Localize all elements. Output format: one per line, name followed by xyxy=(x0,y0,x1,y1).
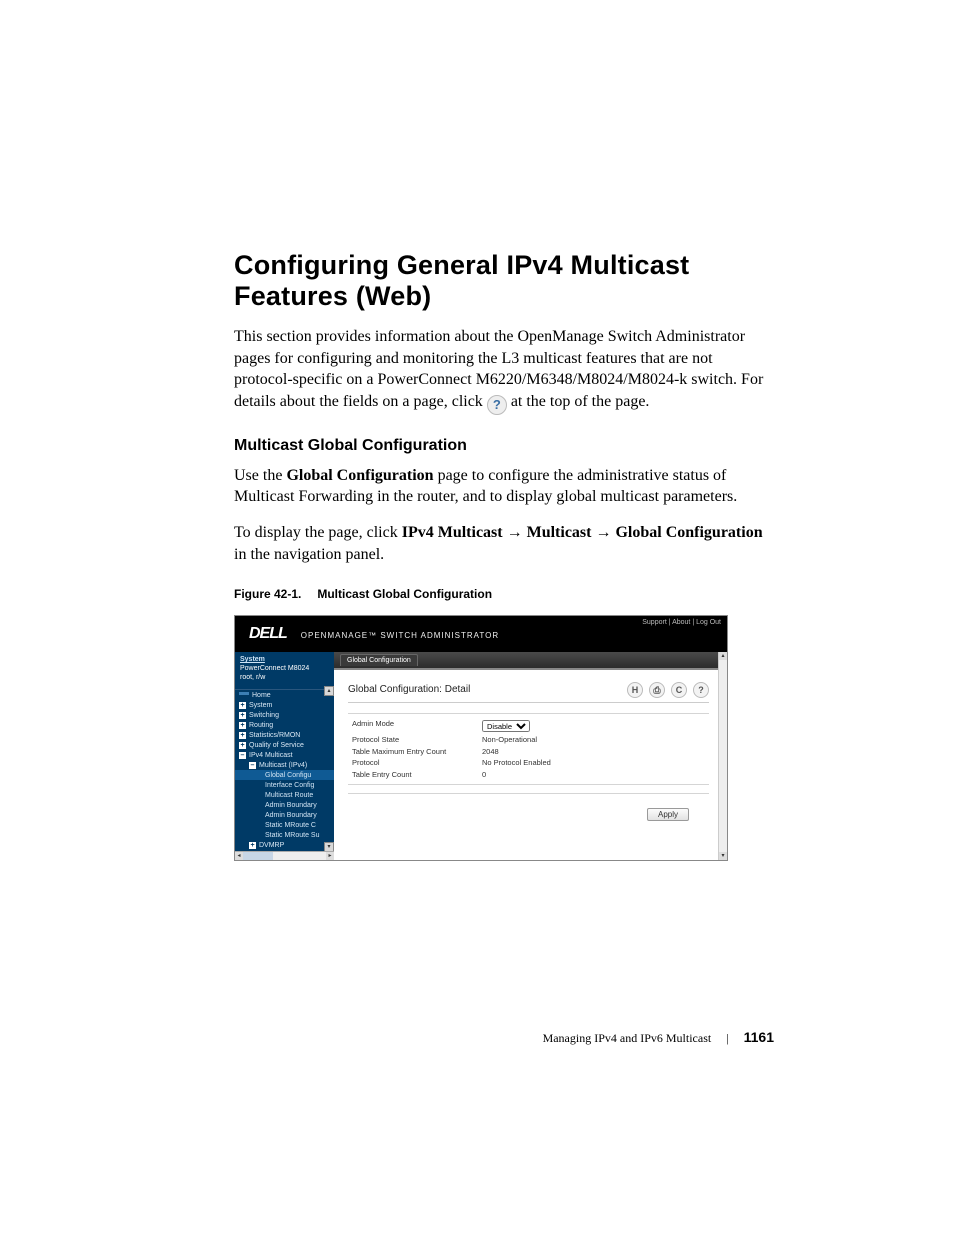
dell-logo: DELL xyxy=(235,616,301,652)
tree-dvmrp[interactable]: +DVMRP xyxy=(235,840,334,850)
paragraph-2: Use the Global Configuration page to con… xyxy=(234,465,774,508)
figure-number: Figure 42-1. xyxy=(234,587,301,601)
row-protocol: Protocol No Protocol Enabled xyxy=(348,757,709,769)
sidebar-system-link[interactable]: System xyxy=(240,656,329,663)
tree-global-config[interactable]: Global Configu xyxy=(235,770,334,780)
p2-a: Use the xyxy=(234,467,286,484)
sidebar-scroll-up[interactable]: ▴ xyxy=(324,686,334,696)
tree-switching[interactable]: +Switching xyxy=(235,710,334,720)
label-protocol-state: Protocol State xyxy=(352,736,482,744)
p3-d: Global Configuration xyxy=(615,524,762,541)
tree-admin-boundary2[interactable]: Admin Boundary xyxy=(235,810,334,820)
save-icon[interactable]: H xyxy=(627,682,643,698)
label-admin-mode: Admin Mode xyxy=(352,720,482,732)
tree-routing[interactable]: +Routing xyxy=(235,720,334,730)
value-table-max: 2048 xyxy=(482,748,499,756)
p3-e: in the navigation panel. xyxy=(234,546,384,563)
p2-b: Global Configuration xyxy=(286,467,433,484)
print-icon[interactable]: ⎙ xyxy=(649,682,665,698)
form-block: Admin Mode Disable Protocol State Non-Op… xyxy=(348,713,709,785)
row-admin-mode: Admin Mode Disable xyxy=(348,718,709,734)
content-scrollbar[interactable]: ▴ ▾ xyxy=(718,652,727,860)
sidebar-hscroll[interactable]: ◂ ▸ xyxy=(235,851,334,860)
top-links[interactable]: Support | About | Log Out xyxy=(642,619,721,626)
label-table-entry: Table Entry Count xyxy=(352,771,482,779)
row-table-max: Table Maximum Entry Count 2048 xyxy=(348,746,709,758)
app-name: OPENMANAGE™ SWITCH ADMINISTRATOR xyxy=(301,616,499,652)
panel-title: Global Configuration: Detail xyxy=(348,685,470,695)
tree-static-mroute-c[interactable]: Static MRoute C xyxy=(235,820,334,830)
tree-system[interactable]: +System xyxy=(235,700,334,710)
tree-ipv4-multicast[interactable]: –IPv4 Multicast xyxy=(235,750,334,760)
p3-a: To display the page, click xyxy=(234,524,402,541)
tree-admin-boundary1[interactable]: Admin Boundary xyxy=(235,800,334,810)
paragraph-3: To display the page, click IPv4 Multicas… xyxy=(234,522,774,565)
figure-title: Multicast Global Configuration xyxy=(317,587,492,601)
hscroll-right[interactable]: ▸ xyxy=(326,852,334,860)
nav-tree: Home +System +Switching +Routing +Statis… xyxy=(235,689,334,850)
tree-interface-config[interactable]: Interface Config xyxy=(235,780,334,790)
tree-qos[interactable]: +Quality of Service xyxy=(235,740,334,750)
content-panel: Global Configuration Global Configuratio… xyxy=(334,652,727,860)
tree-home[interactable]: Home xyxy=(235,690,334,700)
figure-caption: Figure 42-1. Multicast Global Configurati… xyxy=(234,587,774,601)
panel-help-icon[interactable]: ? xyxy=(693,682,709,698)
app-header: DELL OPENMANAGE™ SWITCH ADMINISTRATOR Su… xyxy=(235,616,727,652)
p3-arrow1: → xyxy=(503,524,527,541)
footer-page-number: 1161 xyxy=(744,1029,774,1045)
tab-bar: Global Configuration xyxy=(334,652,727,670)
intro-text-2: at the top of the page. xyxy=(511,393,650,410)
footer-separator: | xyxy=(726,1031,728,1045)
screenshot: DELL OPENMANAGE™ SWITCH ADMINISTRATOR Su… xyxy=(234,615,728,861)
tab-global-config[interactable]: Global Configuration xyxy=(340,654,418,666)
select-admin-mode[interactable]: Disable xyxy=(482,720,530,732)
tree-multicast-route[interactable]: Multicast Route xyxy=(235,790,334,800)
panel-icon-row: H ⎙ C ? xyxy=(627,682,709,698)
sidebar-header: System PowerConnect M8024 root, r/w xyxy=(235,652,334,689)
hscroll-left[interactable]: ◂ xyxy=(235,852,243,860)
row-table-entry: Table Entry Count 0 xyxy=(348,769,709,781)
label-protocol: Protocol xyxy=(352,759,482,767)
label-table-max: Table Maximum Entry Count xyxy=(352,748,482,756)
subheading: Multicast Global Configuration xyxy=(234,437,774,455)
p3-c: Multicast xyxy=(527,524,592,541)
apply-button[interactable]: Apply xyxy=(647,808,689,821)
sidebar-device: PowerConnect M8024 xyxy=(240,665,329,672)
content-scroll-up[interactable]: ▴ xyxy=(719,652,727,660)
help-icon: ? xyxy=(487,395,507,415)
tree-stats[interactable]: +Statistics/RMON xyxy=(235,730,334,740)
value-protocol-state: Non-Operational xyxy=(482,736,537,744)
p3-b: IPv4 Multicast xyxy=(402,524,503,541)
refresh-icon[interactable]: C xyxy=(671,682,687,698)
intro-paragraph: This section provides information about … xyxy=(234,326,774,415)
tree-multicast-ipv4[interactable]: –Multicast (IPv4) xyxy=(235,760,334,770)
page-title: Configuring General IPv4 Multicast Featu… xyxy=(234,250,774,312)
content-scroll-down[interactable]: ▾ xyxy=(719,852,727,860)
page-footer: Managing IPv4 and IPv6 Multicast | 1161 xyxy=(234,1029,774,1046)
p3-arrow2: → xyxy=(591,524,615,541)
value-protocol: No Protocol Enabled xyxy=(482,759,551,767)
sidebar-user: root, r/w xyxy=(240,674,329,681)
tree-static-mroute-s[interactable]: Static MRoute Su xyxy=(235,830,334,840)
sidebar: System PowerConnect M8024 root, r/w ▴ Ho… xyxy=(235,652,334,860)
footer-chapter: Managing IPv4 and IPv6 Multicast xyxy=(543,1031,712,1045)
row-protocol-state: Protocol State Non-Operational xyxy=(348,734,709,746)
value-table-entry: 0 xyxy=(482,771,486,779)
